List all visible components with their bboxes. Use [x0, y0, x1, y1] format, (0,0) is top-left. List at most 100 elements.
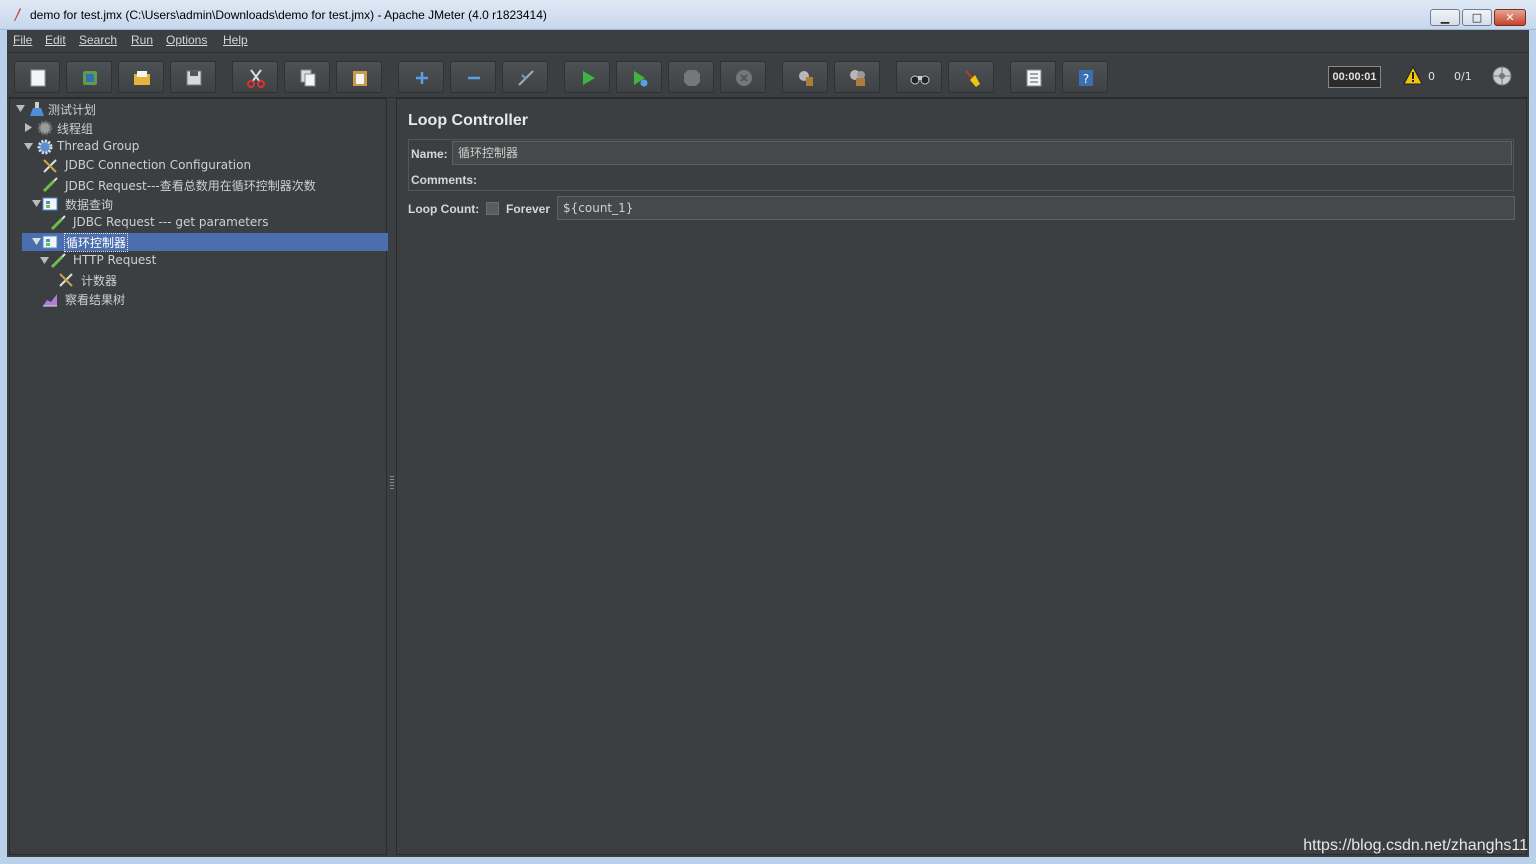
comments-input[interactable]	[477, 169, 1512, 187]
name-comments-group: Name: 循环控制器 Comments:	[408, 139, 1514, 191]
menu-bar: File Edit Search Run Options Help	[7, 30, 1529, 52]
stop-button[interactable]	[668, 61, 714, 93]
binoculars-icon	[910, 75, 930, 85]
start-button[interactable]	[564, 61, 610, 93]
tree-node-label: HTTP Request	[73, 253, 157, 267]
scissors-icon	[247, 69, 265, 88]
splitter-grip[interactable]	[390, 476, 394, 490]
shutdown-icon	[736, 70, 752, 86]
clear-all-button[interactable]	[834, 61, 880, 93]
loop-count-label: Loop Count:	[408, 202, 480, 216]
wrench-icon	[59, 273, 73, 287]
play-no-pause-icon	[634, 71, 648, 87]
warning-count: 0	[1428, 70, 1435, 83]
open-folder-icon	[134, 71, 150, 85]
maximize-button[interactable]: □	[1462, 9, 1492, 26]
tree-node-label: JDBC Connection Configuration	[65, 158, 252, 172]
expanded-arrow-icon[interactable]	[24, 142, 33, 151]
controller-icon	[42, 197, 58, 211]
tree-node-label: JDBC Request---查看总数用在循环控制器次数	[65, 179, 316, 193]
jmeter-feather-icon	[14, 8, 21, 21]
stop-icon	[684, 70, 700, 86]
menu-help[interactable]: Help	[223, 33, 248, 47]
comments-label: Comments:	[411, 173, 478, 187]
tree-node-label: 数据查询	[65, 198, 114, 212]
help-book-icon: ?	[1079, 70, 1093, 86]
start-no-pauses-button[interactable]	[616, 61, 662, 93]
expanded-arrow-icon[interactable]	[32, 199, 41, 208]
broom-gears-icon	[850, 70, 865, 86]
play-icon	[583, 71, 595, 85]
menu-run[interactable]: Run	[131, 33, 153, 47]
name-label: Name:	[411, 147, 448, 161]
pipette-icon	[42, 177, 58, 193]
broom-gear-icon	[799, 71, 813, 86]
svg-text:?: ?	[1083, 72, 1089, 86]
warning-icon[interactable]	[1403, 66, 1423, 86]
cut-button[interactable]	[232, 61, 278, 93]
tree-node-label: 察看结果树	[65, 293, 126, 307]
minimize-button[interactable]: ▁	[1430, 9, 1460, 26]
search-button[interactable]	[896, 61, 942, 93]
close-button[interactable]: ✕	[1494, 9, 1526, 26]
close-icon: ✕	[1505, 11, 1515, 24]
toolbar: ? 00:00:01 0 0/1	[7, 52, 1529, 98]
copy-button[interactable]	[284, 61, 330, 93]
collapse-all-button[interactable]	[450, 61, 496, 93]
expanded-arrow-icon[interactable]	[32, 237, 41, 246]
maximize-icon: □	[1471, 11, 1483, 24]
loop-controller-panel: Loop Controller Name: 循环控制器 Comments: Lo…	[396, 98, 1527, 855]
tree-node-label: 循环控制器	[63, 233, 129, 252]
save-icon	[186, 70, 202, 86]
save-button[interactable]	[170, 61, 216, 93]
menu-edit[interactable]: Edit	[45, 33, 66, 47]
controller-icon	[42, 235, 58, 249]
app-frame: File Edit Search Run Options Help ? 00:0…	[7, 30, 1529, 857]
menu-file[interactable]: File	[13, 33, 32, 47]
pipette-icon	[50, 215, 66, 231]
tree-node-label: Thread Group	[57, 139, 140, 153]
toggle-button[interactable]	[502, 61, 548, 93]
wrench-icon	[43, 159, 57, 173]
expand-all-button[interactable]	[398, 61, 444, 93]
remote-status-icon[interactable]	[1491, 65, 1513, 87]
open-button[interactable]	[118, 61, 164, 93]
list-icon	[1026, 69, 1042, 87]
reset-search-button[interactable]	[948, 61, 994, 93]
gear-icon	[37, 120, 53, 136]
panel-splitter[interactable]	[388, 98, 396, 855]
tree-node-label: 计数器	[81, 274, 118, 288]
copy-icon	[300, 69, 316, 87]
clear-button[interactable]	[782, 61, 828, 93]
help-button[interactable]: ?	[1062, 61, 1108, 93]
minus-icon	[468, 76, 480, 80]
new-button[interactable]	[14, 61, 60, 93]
function-helper-button[interactable]	[1010, 61, 1056, 93]
name-input[interactable]: 循环控制器	[452, 141, 1512, 165]
expanded-arrow-icon[interactable]	[16, 104, 25, 113]
shutdown-button[interactable]	[720, 61, 766, 93]
tree-node-label: 测试计划	[48, 103, 97, 117]
active-threads: 0/1	[1454, 70, 1472, 83]
broom-icon	[965, 70, 980, 87]
elapsed-timer: 00:00:01	[1328, 66, 1381, 88]
title-bar: demo for test.jmx (C:\Users\admin\Downlo…	[0, 0, 1536, 30]
plus-icon	[416, 72, 428, 84]
window-title: demo for test.jmx (C:\Users\admin\Downlo…	[30, 8, 547, 22]
gear-icon	[37, 139, 53, 155]
menu-search[interactable]: Search	[79, 33, 117, 47]
forever-checkbox[interactable]	[486, 202, 499, 215]
forever-label[interactable]: Forever	[506, 202, 550, 216]
test-plan-tree: 测试计划 线程组 Thread Group JDBC Connection Co…	[9, 98, 398, 855]
menu-options[interactable]: Options	[166, 33, 207, 47]
paste-icon	[353, 71, 367, 86]
loop-count-input[interactable]: ${count_1}	[557, 196, 1515, 220]
flask-icon	[30, 102, 44, 116]
paste-button[interactable]	[336, 61, 382, 93]
templates-icon	[83, 71, 97, 85]
pipette-icon	[50, 253, 66, 269]
expanded-arrow-icon[interactable]	[40, 256, 49, 265]
templates-button[interactable]	[66, 61, 112, 93]
collapsed-arrow-icon[interactable]	[24, 123, 33, 132]
minimize-icon: ▁	[1440, 11, 1450, 24]
